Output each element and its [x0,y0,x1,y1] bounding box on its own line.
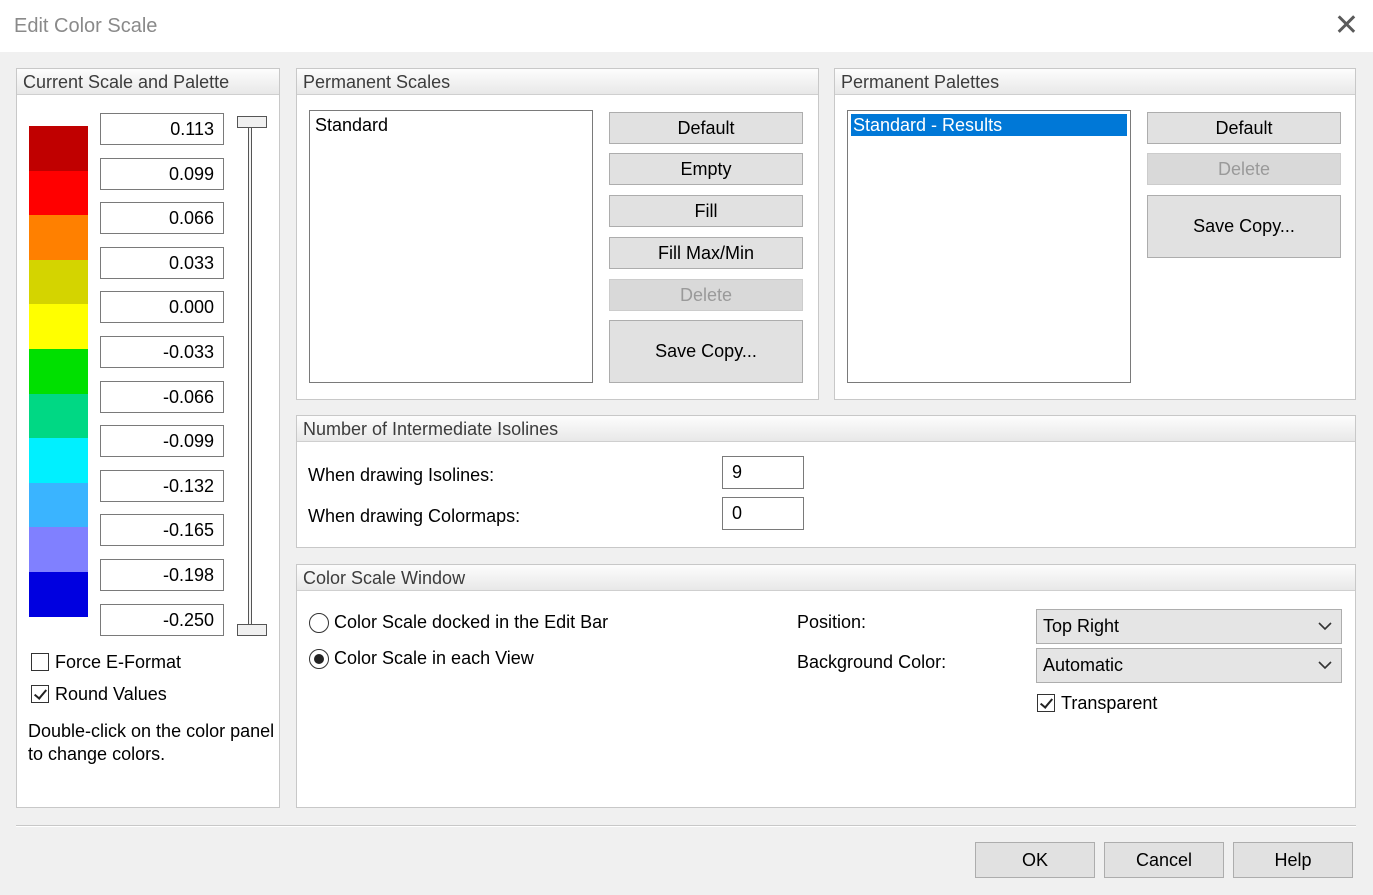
transparent-label: Transparent [1061,693,1158,713]
transparent-checkbox[interactable] [1037,694,1055,712]
position-value: Top Right [1043,616,1120,636]
title-bar: Edit Color Scale ✕ [0,0,1373,52]
position-label: Position: [797,612,867,632]
color-segment[interactable] [29,126,88,172]
window-title: Edit Color Scale [14,15,158,37]
isolines-header: Number of Intermediate Isolines [297,416,1355,442]
permanent-palettes-list[interactable]: Standard - Results [847,110,1131,383]
color-panel-hint: Double-click on the color panel to chang… [28,721,275,764]
scales-fill-button[interactable]: Fill [609,195,803,227]
background-color-select[interactable]: Automatic [1036,648,1342,683]
colormaps-input[interactable]: 0 [722,497,804,530]
position-select[interactable]: Top Right [1036,609,1342,644]
scale-value-input[interactable]: -0.198 [100,559,224,591]
cancel-button[interactable]: Cancel [1104,842,1224,878]
color-segment[interactable] [29,215,88,261]
scale-slider-track[interactable] [248,118,252,632]
round-values-checkbox[interactable] [31,685,49,703]
help-button[interactable]: Help [1233,842,1353,878]
chevron-down-icon [1318,661,1332,670]
scales-default-button[interactable]: Default [609,112,803,144]
chevron-down-icon [1318,622,1332,631]
round-values-label: Round Values [55,684,167,704]
scale-value-input[interactable]: -0.099 [100,425,224,458]
scale-slider-bottom-thumb[interactable] [237,624,267,636]
scale-value-input[interactable]: 0.113 [100,113,224,145]
each-view-radio[interactable] [309,649,329,669]
color-segment[interactable] [29,170,88,216]
color-scale-window-group: Color Scale Window [296,564,1356,808]
color-segment[interactable] [29,572,88,618]
scale-value-input[interactable]: 0.033 [100,246,224,279]
list-item[interactable]: Standard [313,114,589,136]
scale-value-input[interactable]: -0.033 [100,336,224,368]
color-segment[interactable] [29,259,88,305]
current-scale-header: Current Scale and Palette [17,69,279,95]
docked-radio[interactable] [309,613,329,633]
ok-button[interactable]: OK [975,842,1095,878]
force-eformat-checkbox[interactable] [31,653,49,671]
scales-save-copy-button[interactable]: Save Copy... [609,320,803,383]
scales-delete-button[interactable]: Delete [609,279,803,311]
background-color-label: Background Color: [797,652,947,672]
scale-value-input[interactable]: -0.066 [100,380,224,413]
color-segment[interactable] [29,527,88,573]
force-eformat-label: Force E-Format [55,652,182,672]
isolines-label: When drawing Isolines: [308,465,495,485]
each-view-radio-label: Color Scale in each View [334,648,534,668]
color-scale-window-header: Color Scale Window [297,565,1355,591]
color-segment[interactable] [29,393,88,439]
permanent-scales-header: Permanent Scales [297,69,818,95]
scale-value-input[interactable]: -0.132 [100,469,224,502]
color-segment[interactable] [29,482,88,528]
scale-value-input[interactable]: 0.099 [100,157,224,190]
scale-value-input[interactable]: -0.250 [100,603,224,636]
palettes-delete-button[interactable]: Delete [1147,153,1341,185]
scales-empty-button[interactable]: Empty [609,153,803,185]
color-segment[interactable] [29,438,88,484]
color-segment[interactable] [29,349,88,395]
permanent-scales-list[interactable]: Standard [309,110,593,383]
scale-slider-top-thumb[interactable] [237,116,267,128]
list-item[interactable]: Standard - Results [851,114,1127,136]
isolines-input[interactable]: 9 [722,456,804,489]
palettes-save-copy-button[interactable]: Save Copy... [1147,195,1341,258]
scale-value-input[interactable]: 0.066 [100,202,224,235]
color-segment[interactable] [29,304,88,350]
scales-fill-maxmin-button[interactable]: Fill Max/Min [609,237,803,269]
close-icon[interactable]: ✕ [1334,8,1359,44]
docked-radio-label: Color Scale docked in the Edit Bar [334,612,609,632]
scale-value-input[interactable]: -0.165 [100,514,224,547]
palettes-default-button[interactable]: Default [1147,112,1341,144]
permanent-palettes-header: Permanent Palettes [835,69,1355,95]
scale-value-input[interactable]: 0.000 [100,291,224,324]
colormaps-label: When drawing Colormaps: [308,506,521,526]
footer-separator [16,825,1356,827]
background-color-value: Automatic [1043,655,1124,675]
